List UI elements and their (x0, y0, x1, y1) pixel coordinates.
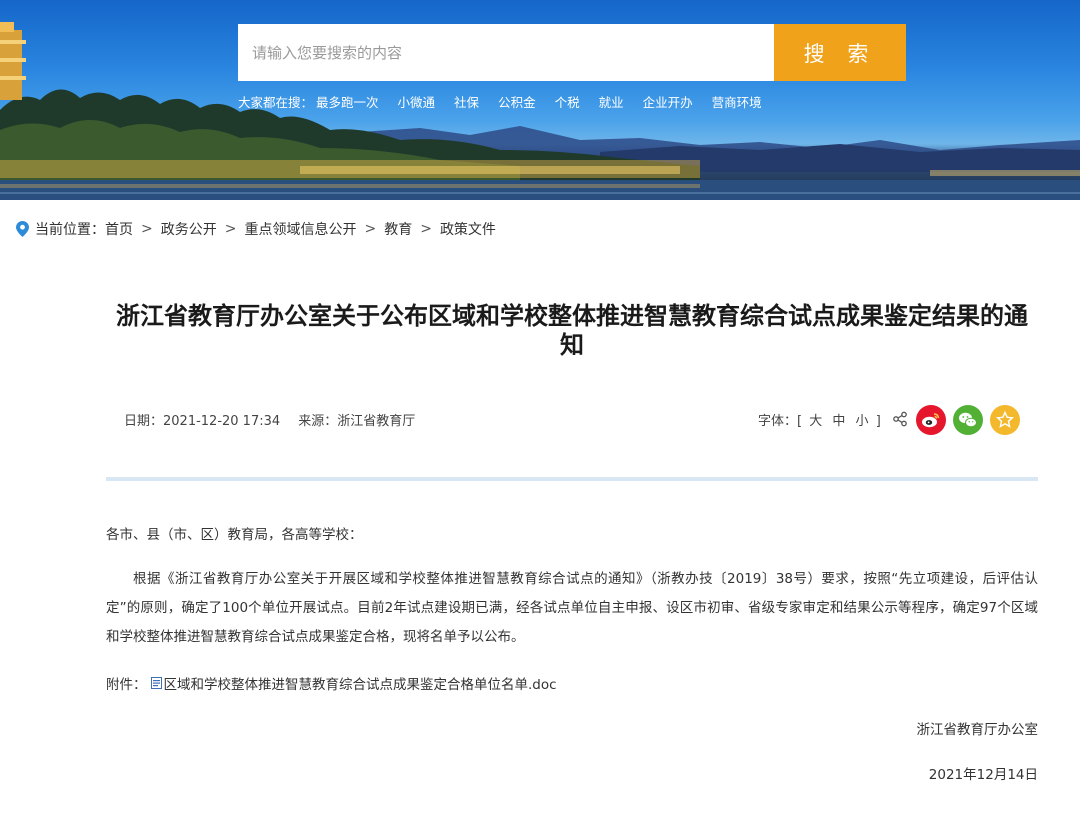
hot-search-item[interactable]: 个税 (555, 92, 580, 110)
article-source: 来源：浙江省教育厅 (298, 414, 416, 429)
hot-search-item[interactable]: 社保 (454, 92, 479, 110)
hot-search-item[interactable]: 最多跑一次 (316, 92, 379, 110)
search-button[interactable]: 搜 索 (774, 24, 906, 81)
font-size-medium[interactable]: 中 (832, 414, 845, 429)
font-size-close: ] (875, 414, 881, 429)
hot-search-item[interactable]: 小微通 (398, 92, 436, 110)
attachment-row: 附件： 区域和学校整体推进智慧教育综合试点成果鉴定合格单位名单.doc (106, 673, 557, 693)
hot-search-item[interactable]: 就业 (599, 92, 624, 110)
wechat-icon (959, 412, 977, 428)
breadcrumb-item[interactable]: 政务公开 (161, 219, 217, 239)
breadcrumb: 当前位置： 首页 > 政务公开 > 重点领域信息公开 > 教育 > 政策文件 (16, 219, 496, 239)
breadcrumb-prefix: 当前位置： (35, 222, 105, 238)
document-icon (150, 677, 162, 689)
publish-date: 日期：2021-12-20 17:34 (124, 414, 281, 429)
article-meta: 日期：2021-12-20 17:34 来源：浙江省教育厅 (124, 410, 429, 429)
breadcrumb-separator: > (364, 221, 377, 237)
breadcrumb-item[interactable]: 教育 (384, 219, 412, 239)
wechat-share-button[interactable] (953, 405, 983, 435)
hot-search-item[interactable]: 营商环境 (712, 92, 762, 110)
breadcrumb-separator: > (141, 221, 153, 237)
breadcrumb-item[interactable]: 政策文件 (440, 219, 496, 239)
attachment-link[interactable]: 区域和学校整体推进智慧教育综合试点成果鉴定合格单位名单.doc (164, 673, 557, 693)
page-title: 浙江省教育厅办公室关于公布区域和学校整体推进智慧教育综合试点成果鉴定结果的通知 (116, 302, 1028, 359)
search-input[interactable] (238, 24, 774, 81)
hot-search-item[interactable]: 企业开办 (643, 92, 693, 110)
favorite-button[interactable] (990, 405, 1020, 435)
hot-search-item[interactable]: 公积金 (498, 92, 536, 110)
hot-search-bar: 大家都在搜： 最多跑一次 小微通 社保 公积金 个税 就业 企业开办 营商环境 (238, 92, 781, 110)
weibo-share-button[interactable] (916, 405, 946, 435)
breadcrumb-item[interactable]: 重点领域信息公开 (244, 219, 356, 239)
font-size-large[interactable]: 大 (809, 414, 822, 429)
breadcrumb-separator: > (224, 221, 237, 237)
font-size-control: 字体：[ 大 中 小 ] (758, 410, 881, 429)
header-banner: 搜 索 大家都在搜： 最多跑一次 小微通 社保 公积金 个税 就业 企业开办 营… (0, 0, 1080, 200)
font-size-label: 字体：[ (758, 414, 803, 429)
star-icon (996, 411, 1014, 428)
hot-search-label: 大家都在搜： (238, 95, 314, 110)
title-divider (106, 477, 1038, 481)
weibo-icon (922, 413, 940, 428)
signature: 浙江省教育厅办公室 (916, 722, 1039, 738)
pagoda-icon (0, 22, 26, 100)
breadcrumb-separator: > (420, 221, 432, 237)
article-paragraph: 根据《浙江省教育厅办公室关于开展区域和学校整体推进智慧教育综合试点的通知》（浙教… (106, 571, 1038, 645)
location-pin-icon (16, 221, 29, 237)
attachment-label: 附件： (106, 677, 147, 693)
signature-date: 2021年12月14日 (928, 767, 1038, 783)
font-size-small[interactable]: 小 (856, 414, 869, 429)
share-icon[interactable] (892, 411, 908, 427)
salutation: 各市、县（市、区）教育局，各高等学校： (106, 527, 363, 543)
breadcrumb-home[interactable]: 首页 (105, 219, 133, 239)
